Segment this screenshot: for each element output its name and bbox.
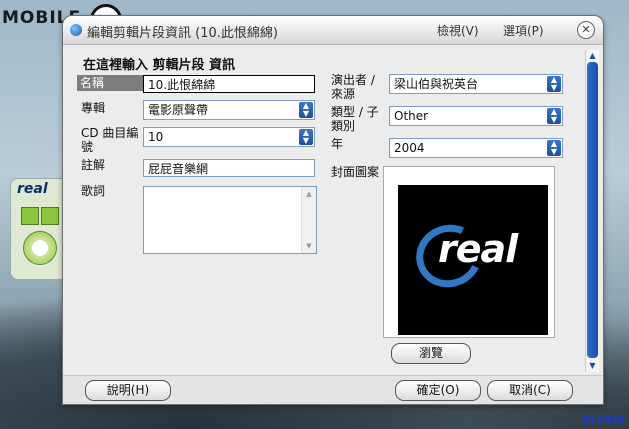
browse-button[interactable]: 瀏覽 — [391, 343, 471, 364]
watermark-text: #12090 — [581, 413, 625, 427]
scroll-down-icon[interactable]: ▼ — [587, 361, 598, 371]
cover-art-frame: real — [383, 166, 555, 338]
genre-select[interactable]: Other ▲ ▼ — [389, 106, 563, 126]
scrollbar-thumb[interactable] — [587, 62, 598, 358]
genre-select-value: Other — [394, 109, 429, 123]
track-number-label: CD 曲目編號 — [81, 126, 139, 154]
mini-pause-icon[interactable] — [23, 231, 57, 265]
cancel-button[interactable]: 取消(C) — [487, 380, 573, 401]
menu-view[interactable]: 檢視(V) — [437, 22, 479, 39]
mini-play-icon[interactable] — [21, 207, 39, 225]
cover-art-image: real — [398, 185, 548, 335]
cover-logo-text: real — [438, 227, 518, 271]
lyrics-textarea[interactable]: ▲ ▼ — [143, 186, 317, 254]
mini-forward-icon[interactable] — [41, 207, 59, 225]
dialog-scrollbar[interactable]: ▲ ▼ — [585, 50, 599, 372]
dialog-footer: 說明(H) 確定(O) 取消(C) — [63, 375, 603, 404]
artist-select[interactable]: 梁山伯與祝英台 ▲ ▼ — [389, 74, 563, 94]
comment-label: 註解 — [81, 158, 106, 172]
realplayer-mini-logo: real — [17, 181, 48, 197]
chevron-updown-icon[interactable]: ▲ ▼ — [547, 76, 561, 92]
album-select[interactable]: 電影原聲帶 ▲ ▼ — [143, 100, 315, 120]
genre-label: 類型 / 子類別 — [331, 105, 379, 133]
lyrics-scrollbar[interactable]: ▲ ▼ — [301, 187, 316, 253]
chevron-updown-icon[interactable]: ▲ ▼ — [299, 102, 313, 118]
lyrics-label: 歌詞 — [81, 184, 106, 198]
track-number-value: 10 — [148, 130, 164, 144]
artist-label: 演出者 / 來源 — [331, 73, 375, 101]
menu-options[interactable]: 選項(P) — [503, 22, 544, 39]
album-label: 專輯 — [81, 101, 106, 115]
realplayer-app-icon — [70, 24, 82, 36]
help-button[interactable]: 說明(H) — [85, 380, 171, 401]
chevron-updown-icon[interactable]: ▲ ▼ — [547, 108, 561, 124]
cover-art-label: 封面圖案 — [331, 165, 380, 179]
title-label: 名稱 — [77, 75, 143, 91]
comment-input[interactable]: 屁屁音樂網 — [143, 159, 315, 177]
chevron-updown-icon[interactable]: ▲ ▼ — [299, 129, 313, 145]
title-input[interactable]: 10.此恨綿綿 — [143, 75, 315, 93]
scroll-down-icon[interactable]: ▼ — [304, 241, 314, 251]
edit-clip-info-dialog: 編輯剪輯片段資訊 (10.此恨綿綿) 檢視(V) 選項(P) ✕ 在這裡輸入 剪… — [62, 15, 604, 405]
album-select-value: 電影原聲帶 — [148, 103, 209, 117]
year-label: 年 — [331, 137, 344, 151]
dialog-title: 編輯剪輯片段資訊 (10.此恨綿綿) — [87, 26, 278, 41]
track-number-select[interactable]: 10 ▲ ▼ — [143, 127, 315, 147]
year-select-value: 2004 — [394, 141, 425, 155]
artist-select-value: 梁山伯與祝英台 — [394, 77, 479, 91]
close-button[interactable]: ✕ — [577, 21, 595, 39]
scroll-up-icon[interactable]: ▲ — [587, 51, 598, 61]
form-heading: 在這裡輸入 剪輯片段 資訊 — [83, 58, 236, 73]
ok-button[interactable]: 確定(O) — [395, 380, 481, 401]
dialog-titlebar[interactable]: 編輯剪輯片段資訊 (10.此恨綿綿) 檢視(V) 選項(P) ✕ — [63, 16, 603, 45]
scroll-up-icon[interactable]: ▲ — [304, 189, 314, 199]
chevron-updown-icon[interactable]: ▲ ▼ — [547, 140, 561, 156]
year-select[interactable]: 2004 ▲ ▼ — [389, 138, 563, 158]
